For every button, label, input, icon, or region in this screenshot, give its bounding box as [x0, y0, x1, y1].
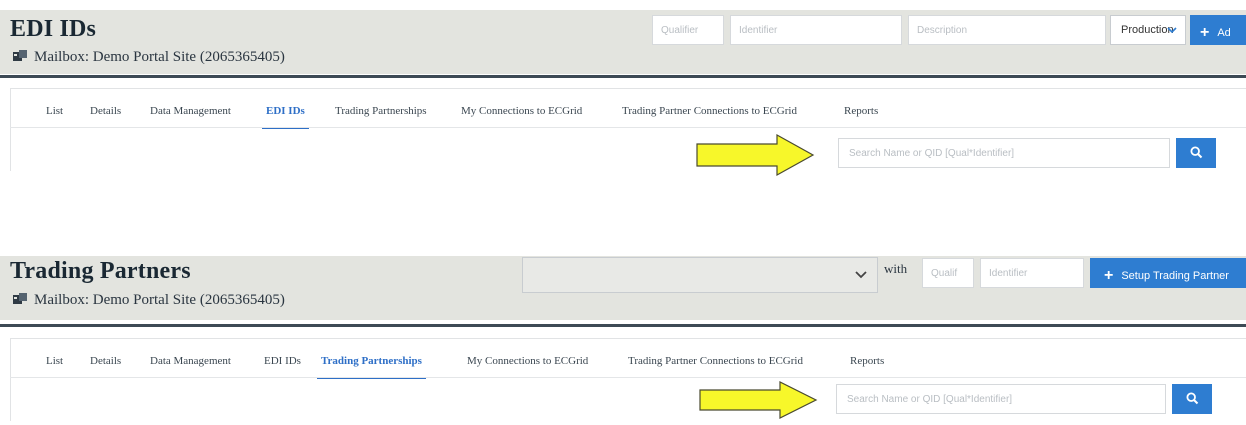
environment-select[interactable]: Production [1110, 15, 1186, 45]
tab-my-connections[interactable]: My Connections to ECGrid [461, 105, 582, 117]
partner-select[interactable] [522, 257, 878, 293]
tab-data-management[interactable]: Data Management [150, 105, 231, 117]
search-button[interactable] [1176, 138, 1216, 168]
description-input[interactable]: Description [908, 15, 1106, 45]
mailbox-label: Mailbox: Demo Portal Site (2065365405) [12, 292, 285, 311]
mailbox-icon [12, 49, 28, 68]
mailbox-text: Mailbox: Demo Portal Site (2065365405) [34, 49, 285, 65]
mailbox-label: Mailbox: Demo Portal Site (2065365405) [12, 49, 285, 68]
identifier-input[interactable]: Identifier [730, 15, 902, 45]
tab-edi-ids[interactable]: EDI IDs [262, 105, 309, 129]
tab-separator [10, 127, 1246, 128]
mailbox-icon [12, 292, 28, 311]
search-input[interactable]: Search Name or QID [Qual*Identifier] [838, 138, 1170, 168]
annotation-arrow [695, 133, 817, 182]
header-divider [0, 324, 1246, 327]
add-button-label: Ad [1217, 27, 1231, 39]
tab-partner-connections[interactable]: Trading Partner Connections to ECGrid [622, 105, 797, 117]
tab-details[interactable]: Details [90, 105, 121, 117]
page-title: EDI IDs [10, 16, 97, 42]
search-input[interactable]: Search Name or QID [Qual*Identifier] [836, 384, 1166, 414]
tab-details[interactable]: Details [90, 355, 121, 367]
plus-icon: + [1200, 24, 1210, 41]
annotation-arrow [698, 380, 820, 425]
qualifier-input[interactable]: Qualifier [652, 15, 724, 45]
tab-list[interactable]: List [46, 355, 63, 367]
tab-separator [10, 377, 1246, 378]
trading-partners-panel: Trading Partners Mailbox: Demo Portal Si… [0, 250, 1246, 421]
tab-reports[interactable]: Reports [844, 105, 878, 117]
tab-partner-connections[interactable]: Trading Partner Connections to ECGrid [628, 355, 803, 367]
search-icon [1190, 146, 1203, 164]
search-icon [1186, 392, 1199, 410]
identifier-input[interactable]: Identifier [980, 258, 1084, 288]
tab-trading-partnerships[interactable]: Trading Partnerships [335, 105, 427, 117]
tab-edi-ids[interactable]: EDI IDs [264, 355, 301, 367]
header-divider [0, 75, 1246, 78]
tab-list[interactable]: List [46, 105, 63, 117]
add-button[interactable]: + Ad [1190, 15, 1246, 45]
page-title: Trading Partners [10, 258, 191, 284]
tab-trading-partnerships[interactable]: Trading Partnerships [317, 355, 426, 379]
chevron-down-icon [855, 270, 867, 282]
edi-ids-panel: EDI IDs Mailbox: Demo Portal Site (20653… [0, 0, 1246, 180]
tab-reports[interactable]: Reports [850, 355, 884, 367]
setup-button-label: Setup Trading Partner [1121, 270, 1229, 282]
tab-data-management[interactable]: Data Management [150, 355, 231, 367]
qualifier-input[interactable]: Qualif [922, 258, 974, 288]
setup-trading-partner-button[interactable]: + Setup Trading Partner [1090, 258, 1246, 288]
environment-select-value: Production [1121, 24, 1174, 36]
mailbox-text: Mailbox: Demo Portal Site (2065365405) [34, 292, 285, 308]
with-label: with [884, 261, 908, 276]
search-button[interactable] [1172, 384, 1212, 414]
tab-my-connections[interactable]: My Connections to ECGrid [467, 355, 588, 367]
plus-icon: + [1104, 267, 1114, 284]
chevron-down-icon [1167, 25, 1177, 37]
